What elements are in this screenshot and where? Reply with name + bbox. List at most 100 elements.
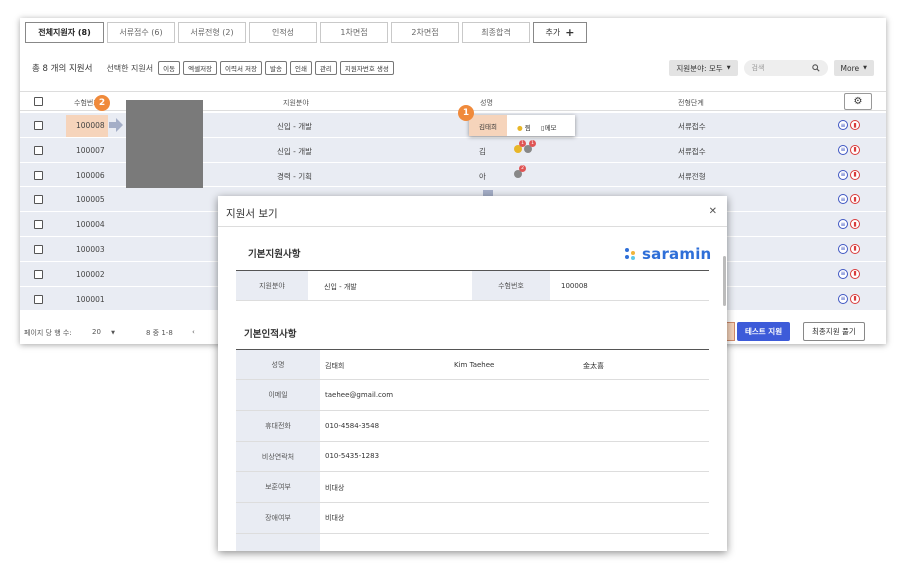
delete-icon[interactable]: ▮ [850,169,860,180]
rows-per-page-select[interactable]: 20 ▼ [92,328,115,336]
name-chinese: 金太喜 [583,362,604,370]
delete-icon[interactable]: ▮ [850,293,860,304]
applicant-popup[interactable]: 김태희 ● 찜 ▯메모 [469,115,575,136]
section-personal-info: 기본인적사항 [244,329,297,340]
list-icon[interactable]: ≡ [838,194,848,205]
tab-final[interactable]: 최종합격 [462,22,530,43]
delete-icon[interactable]: ▮ [850,219,860,230]
gear-icon: ⚙ [853,96,863,107]
selected-label: 선택한 지원서 [106,63,154,73]
right-arrow-icon [109,118,123,132]
modal-title: 지원서 보기 [226,208,278,220]
test-apply-button[interactable]: 테스트 지원 [737,322,791,341]
row-divider [236,300,709,301]
prev-page-icon[interactable]: ‹ [192,328,195,336]
modal-scrollbar[interactable] [723,256,726,306]
add-tab-label: 추가 [545,28,561,37]
list-icon[interactable]: ≡ [838,120,848,130]
tab-screening[interactable]: 서류전형 (2) [178,22,246,43]
send-button[interactable]: 발송 [265,61,287,75]
tab-received[interactable]: 서류접수 (6) [107,22,175,43]
number-label: 수험번호 [472,271,550,300]
emergency-label: 비상연락처 [236,442,320,471]
close-icon[interactable]: ✕ [709,206,717,217]
select-all-checkbox[interactable] [34,97,43,106]
mobile-value: 010-4584-3548 [325,422,380,430]
header-field: 지원분야 [283,99,309,107]
list-icon[interactable]: ≡ [838,169,848,180]
veteran-value: 비대상 [325,484,345,492]
rows-per-page-label: 페이지 당 행 수: [24,329,72,337]
row-number: 100004 [76,220,105,230]
row-checkbox[interactable] [34,170,43,180]
list-toolbar: 총 8 개의 지원서 선택한 지원서 이동 엑셀저장 이력서 저장 발송 인쇄 … [32,60,874,76]
more-button[interactable]: More ▼ [833,60,874,76]
next-label [236,534,320,551]
status-dot-icon: 1 [524,140,536,153]
status-dot-icon: 1 [514,140,526,153]
row-number: 100002 [76,269,105,279]
resume-save-button[interactable]: 이력서 저장 [220,61,262,75]
row-actions: ≡ ▮ [838,219,860,230]
screenshot-stage: 전체지원자 (8) 서류접수 (6) 서류전형 (2) 인적성 1차면접 2차면… [0,0,905,571]
logo-dot [631,251,635,255]
row-checkbox[interactable] [34,195,43,205]
delete-icon[interactable]: ▮ [850,268,860,279]
row-checkbox[interactable] [34,145,43,155]
tab-interview-1[interactable]: 1차면접 [320,22,388,43]
tab-interview-2[interactable]: 2차면접 [391,22,459,43]
row-actions: ≡ ▮ [838,243,860,254]
row-checkbox[interactable] [34,220,43,230]
row-number: 100006 [76,170,105,180]
hidden-button-edge[interactable] [727,322,735,341]
field-label: 지원분야 [236,271,308,300]
popup-memo[interactable]: ▯메모 [541,122,557,132]
add-tab-button[interactable]: 추가 + [533,22,587,43]
print-button[interactable]: 인쇄 [289,61,312,75]
row-actions: ≡ ▮ [838,293,860,304]
plus-icon: + [565,26,575,39]
veteran-label: 보훈여부 [236,472,320,502]
row-actions: ≡ ▮ [838,268,860,279]
row-checkbox[interactable] [34,244,43,254]
list-icon[interactable]: ≡ [838,293,848,304]
row-checkbox[interactable] [34,294,43,304]
delete-icon[interactable]: ▮ [850,144,860,155]
more-label: More [840,63,860,73]
modal-divider [218,226,727,227]
memo-label: 메모 [544,124,557,132]
row-stage: 서류전형 [678,171,706,181]
delete-icon[interactable]: ▮ [850,120,860,130]
tab-aptitude[interactable]: 인적성 [249,22,317,43]
popup-star[interactable]: ● 찜 [517,122,531,132]
popup-name[interactable]: 김태희 [469,115,507,136]
row-actions: ≡ ▮ [838,144,860,155]
delete-icon[interactable]: ▮ [850,194,860,205]
field-filter-dropdown[interactable]: 지원분야: 모두 ▼ [669,60,738,76]
list-icon[interactable]: ≡ [838,243,848,254]
list-icon[interactable]: ≡ [838,144,848,155]
row-actions: ≡ ▮ [838,169,860,180]
row-stage: 서류접수 [678,146,706,156]
page-range: 8 중 1-8 [146,329,173,337]
final-release-button[interactable]: 최종지원 풀기 [803,322,865,341]
row-number: 100003 [76,244,105,254]
move-button[interactable]: 이동 [158,61,181,75]
excel-save-button[interactable]: 엑셀저장 [183,61,218,75]
application-view-modal: 지원서 보기 ✕ 기본지원사항 saramin 지원분야 신입 - 개발 수험번… [218,196,727,551]
search-input[interactable]: 검색 [743,60,828,76]
row-checkbox[interactable] [34,121,43,130]
list-icon[interactable]: ≡ [838,219,848,230]
emergency-value: 010-5435-1283 [325,452,380,460]
column-settings-button[interactable]: ⚙ [844,93,872,110]
tab-all[interactable]: 전체지원자 (8) [25,22,104,43]
manage-button[interactable]: 관리 [314,61,337,75]
delete-icon[interactable]: ▮ [850,243,860,254]
total-count: 총 8 개의 지원서 [32,64,93,74]
row-checkbox[interactable] [34,269,43,279]
list-icon[interactable]: ≡ [838,268,848,279]
star-icon: ● [517,124,523,132]
chevron-down-icon: ▼ [111,330,116,336]
logo-dots-icon [625,248,637,260]
generate-number-button[interactable]: 지원자번호 생성 [339,61,394,75]
